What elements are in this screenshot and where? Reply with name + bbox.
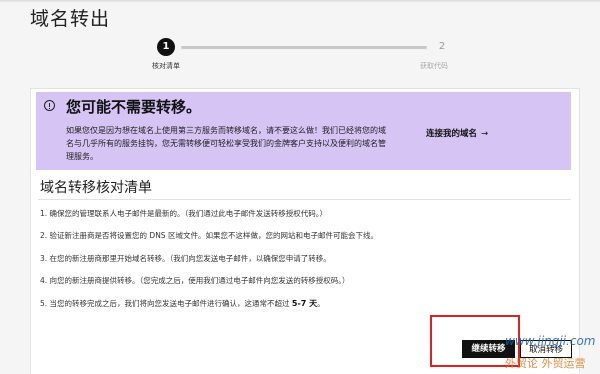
notice-title: 您可能不需要转移。 [66,98,202,116]
arrow-right-icon: → [481,129,489,139]
checklist-title: 域名转移核对清单 [40,180,152,196]
checklist-item-suffix: 。 [317,298,325,308]
checklist: 1. 确保您的管理联系人电子邮件是最新的。（我们通过此电子邮件发送转移授权代码。… [40,203,510,315]
checklist-item: 3. 在您的新注册商那里开始域名转移。（我们向您发送电子邮件，以确保您申请了转移… [40,253,331,263]
top-shadow [0,0,600,3]
step-progress-line [181,46,427,49]
step-1-label: 核对清单 [152,62,180,70]
watermark-url: www.jingji.com [505,334,596,348]
connect-domain-link[interactable]: 连接我的域名 → [426,127,488,139]
step-1-indicator: 1 [157,38,175,56]
checklist-item-text: 5. 当您的转移完成之后，我们将向您发送电子邮件进行确认，这通常不超过 [40,298,292,308]
connect-domain-link-label: 连接我的域名 [426,129,478,139]
notice-body: 如果您仅是因为想在域名上使用第三方服务而转移域名，请不要这么做！我们已经将您的域… [66,126,386,161]
divider [38,199,571,200]
duration-highlight: 5-7 天 [291,298,318,308]
checklist-item: 1. 确保您的管理联系人电子邮件是最新的。（我们通过此电子邮件发送转移授权代码。… [40,209,328,218]
step-2-indicator: 2 [438,41,446,52]
checklist-item: 5. 当您的转移完成之后，我们将向您发送电子邮件进行确认，这通常不超过 5-7 … [40,293,510,315]
watermark-text: 外贸论 外贸运营 [505,357,586,370]
checklist-item: 4. 向您的新注册商提供转移。（您完成之后，使用我们通过电子邮件向您发送的转移授… [40,276,350,286]
step-2-label: 获取代码 [420,62,448,70]
checklist-item: 2. 验证新注册商是否将设置您的 DNS 区域文件。如果您不这样做，您的网站和电… [40,231,378,241]
info-icon [44,100,55,111]
page-title: 域名转出 [30,8,111,30]
